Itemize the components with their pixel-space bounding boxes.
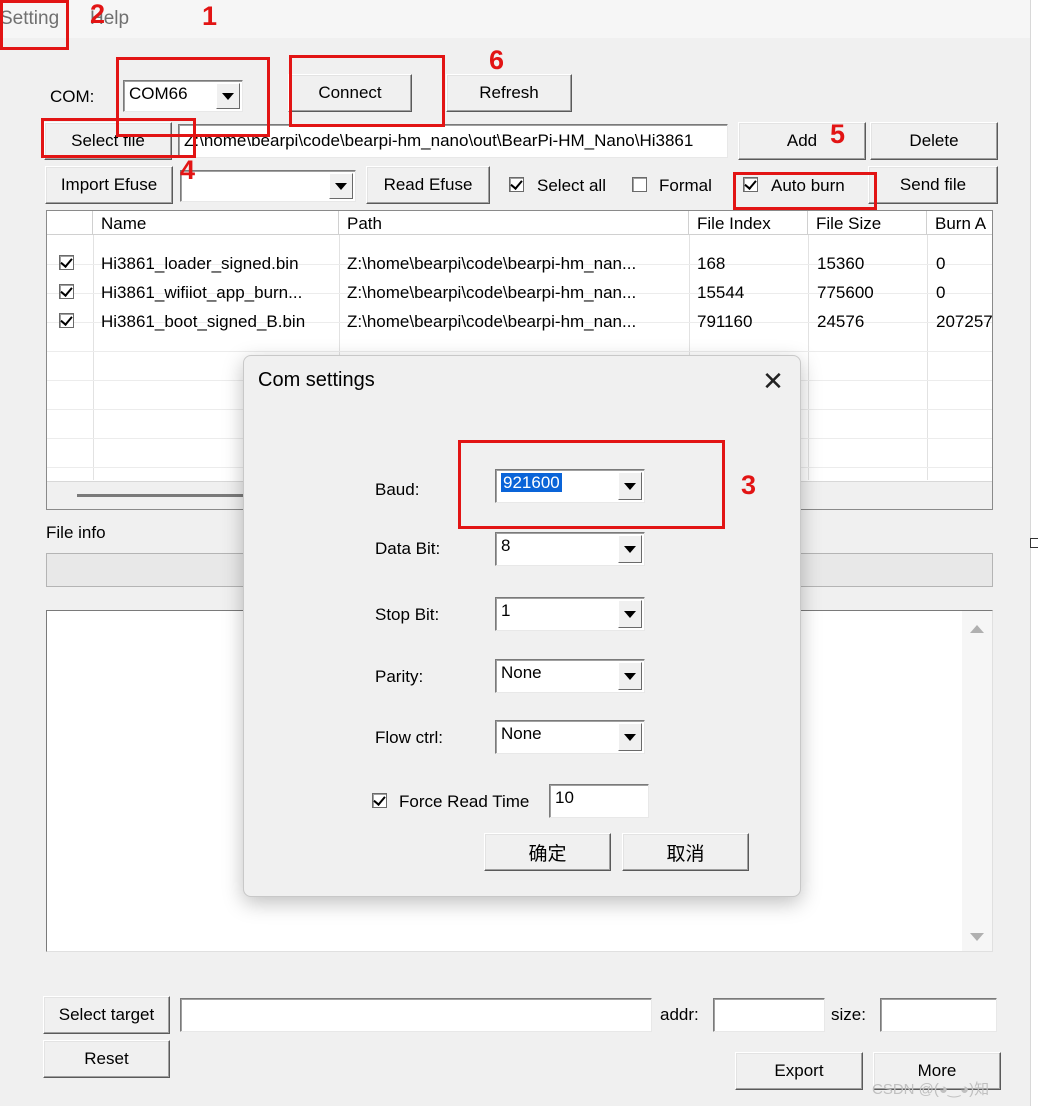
table-cell-burn[interactable]: 0 xyxy=(936,283,992,303)
flow-ctrl-label: Flow ctrl: xyxy=(375,728,443,747)
stop-bit-label: Stop Bit: xyxy=(375,605,440,624)
add-button[interactable]: Add xyxy=(738,122,866,160)
table-cell-burn[interactable]: 0 xyxy=(936,254,992,274)
table-header-check xyxy=(47,211,93,235)
annotation-box-6 xyxy=(289,55,445,127)
parity-value: None xyxy=(501,663,542,682)
table-cell-index[interactable]: 791160 xyxy=(697,312,752,332)
watermark: CSDN @(◕‿◕)知 xyxy=(872,1081,990,1098)
send-file-button[interactable]: Send file xyxy=(868,166,998,204)
row-checkbox[interactable] xyxy=(59,284,74,299)
chevron-down-icon[interactable] xyxy=(618,662,642,690)
scroll-down-icon[interactable] xyxy=(970,933,984,941)
table-cell-path[interactable]: Z:\home\bearpi\code\bearpi-hm_nan... xyxy=(347,283,687,303)
com-settings-dialog: Com settings ✕ Baud: 921600 Data Bit: 8 … xyxy=(243,355,801,897)
stop-bit-value: 1 xyxy=(501,601,511,620)
grid-line xyxy=(47,351,992,352)
close-icon[interactable]: ✕ xyxy=(758,366,788,396)
addr-field[interactable] xyxy=(713,998,825,1032)
export-button[interactable]: Export xyxy=(735,1052,863,1090)
annotation-box-2 xyxy=(0,0,69,50)
annotation-number-4: 4 xyxy=(180,155,196,185)
chevron-down-icon[interactable] xyxy=(618,600,642,628)
force-read-label: Force Read Time xyxy=(399,792,530,811)
table-cell-index[interactable]: 168 xyxy=(697,254,725,274)
file-info-label: File info xyxy=(46,523,106,542)
table-cell-name[interactable]: Hi3861_wifiiot_app_burn... xyxy=(101,283,337,303)
row-checkbox[interactable] xyxy=(59,255,74,270)
formal-label: Formal xyxy=(659,176,712,195)
menu-bar xyxy=(0,0,1030,38)
grid-line xyxy=(93,235,94,480)
table-header-burn-addr[interactable]: Burn A xyxy=(927,211,992,235)
reset-button[interactable]: Reset xyxy=(43,1040,170,1078)
addr-label: addr: xyxy=(660,1005,699,1024)
select-target-button[interactable]: Select target xyxy=(43,996,170,1034)
chevron-down-icon[interactable] xyxy=(618,535,642,563)
window-right-edge xyxy=(1030,0,1038,1106)
table-cell-size[interactable]: 775600 xyxy=(817,283,874,303)
scroll-up-icon[interactable] xyxy=(970,625,984,633)
annotation-number-5: 5 xyxy=(830,119,846,149)
cancel-button[interactable]: 取消 xyxy=(622,833,749,871)
annotation-number-2: 2 xyxy=(90,0,106,29)
annotation-box-3 xyxy=(458,440,725,529)
force-read-time-field[interactable]: 10 xyxy=(549,784,649,818)
row-checkbox[interactable] xyxy=(59,313,74,328)
annotation-number-3: 3 xyxy=(741,470,757,500)
table-header-file-index[interactable]: File Index xyxy=(689,211,808,235)
refresh-button[interactable]: Refresh xyxy=(446,74,572,112)
parity-select[interactable]: None xyxy=(495,659,645,693)
flow-ctrl-select[interactable]: None xyxy=(495,720,645,754)
table-header-path[interactable]: Path xyxy=(339,211,689,235)
stop-bit-select[interactable]: 1 xyxy=(495,597,645,631)
data-bit-select[interactable]: 8 xyxy=(495,532,645,566)
size-field[interactable] xyxy=(880,998,997,1032)
log-vertical-scrollbar[interactable] xyxy=(962,611,992,951)
table-cell-name[interactable]: Hi3861_boot_signed_B.bin xyxy=(101,312,337,332)
annotation-number-6: 6 xyxy=(489,45,505,75)
table-cell-name[interactable]: Hi3861_loader_signed.bin xyxy=(101,254,337,274)
select-all-checkbox[interactable] xyxy=(509,177,524,192)
flow-ctrl-value: None xyxy=(501,724,542,743)
parity-label: Parity: xyxy=(375,667,424,686)
baud-label: Baud: xyxy=(375,480,420,499)
force-read-checkbox[interactable] xyxy=(372,793,387,808)
annotation-box-4 xyxy=(41,118,196,158)
annotation-number-1: 1 xyxy=(202,1,218,31)
table-cell-path[interactable]: Z:\home\bearpi\code\bearpi-hm_nan... xyxy=(347,312,687,332)
table-header-name[interactable]: Name xyxy=(93,211,339,235)
formal-checkbox[interactable] xyxy=(632,177,647,192)
com-label: COM: xyxy=(50,87,95,106)
data-bit-label: Data Bit: xyxy=(375,539,441,558)
table-cell-index[interactable]: 15544 xyxy=(697,283,744,303)
chevron-down-icon[interactable] xyxy=(618,723,642,751)
dialog-title: Com settings xyxy=(258,369,375,391)
table-cell-burn[interactable]: 207257 xyxy=(936,312,992,332)
select-all-label: Select all xyxy=(537,176,606,195)
table-header-file-size[interactable]: File Size xyxy=(808,211,927,235)
ok-button[interactable]: 确定 xyxy=(484,833,611,871)
delete-button[interactable]: Delete xyxy=(870,122,998,160)
grid-line xyxy=(808,235,809,480)
read-efuse-button[interactable]: Read Efuse xyxy=(366,166,490,204)
resize-handle[interactable] xyxy=(1030,538,1038,548)
table-cell-size[interactable]: 24576 xyxy=(817,312,864,332)
annotation-box-5 xyxy=(733,172,877,210)
efuse-select[interactable] xyxy=(180,170,356,202)
table-cell-size[interactable]: 15360 xyxy=(817,254,864,274)
grid-line xyxy=(927,235,928,480)
size-label: size: xyxy=(831,1005,866,1024)
table-cell-path[interactable]: Z:\home\bearpi\code\bearpi-hm_nan... xyxy=(347,254,687,274)
chevron-down-icon[interactable] xyxy=(329,173,353,199)
data-bit-value: 8 xyxy=(501,536,511,555)
target-field[interactable] xyxy=(180,998,652,1032)
import-efuse-button[interactable]: Import Efuse xyxy=(45,166,173,204)
